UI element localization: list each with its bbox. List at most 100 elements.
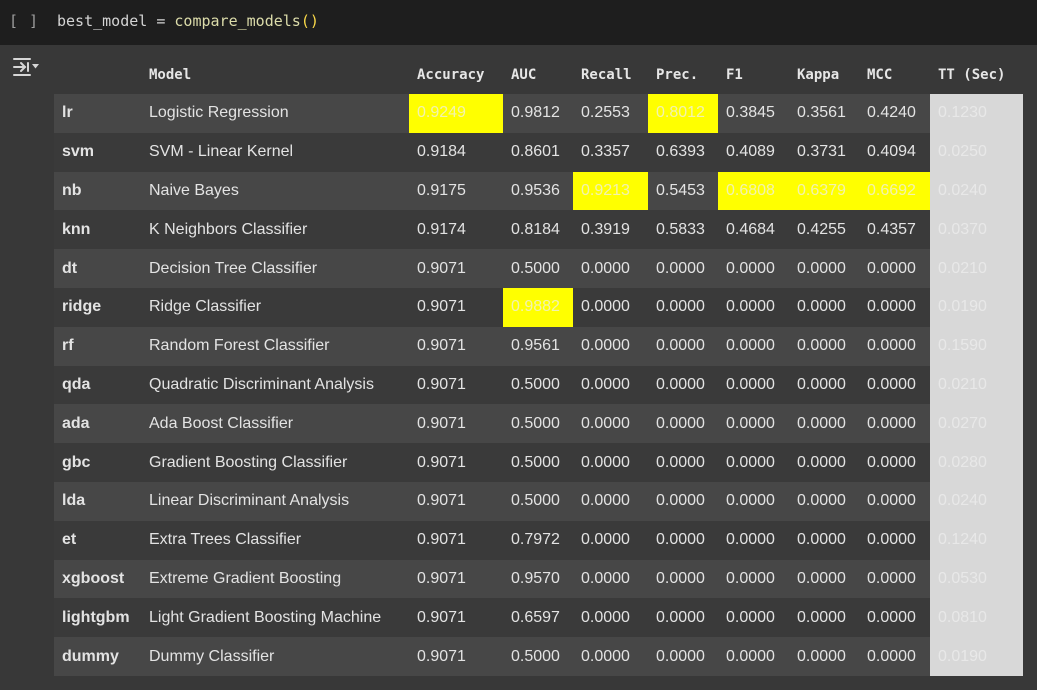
model-cell: Random Forest Classifier	[141, 326, 409, 366]
f1-cell: 0.0000	[718, 559, 789, 599]
auc-cell: 0.6597	[503, 598, 573, 638]
table-row: dummy Dummy Classifier 0.9071 0.5000 0.0000 0…	[54, 637, 1023, 676]
code-editor[interactable]: best_model = compare_models()	[57, 12, 319, 30]
model-cell: Quadratic Discriminant Analysis	[141, 365, 409, 405]
model-cell: Light Gradient Boosting Machine	[141, 598, 409, 638]
auc-cell: 0.5000	[503, 404, 573, 444]
recall-cell: 0.9213	[573, 171, 648, 211]
recall-cell: 0.0000	[573, 365, 648, 405]
prec-cell: 0.0000	[648, 520, 718, 560]
output-toggle-icon[interactable]	[12, 56, 40, 78]
recall-cell: 0.0000	[573, 520, 648, 560]
auc-cell: 0.8184	[503, 210, 573, 250]
model-cell: Linear Discriminant Analysis	[141, 481, 409, 521]
accuracy-cell: 0.9071	[409, 249, 503, 288]
recall-header: Recall	[573, 56, 648, 94]
mcc-cell: 0.4094	[859, 132, 930, 172]
table-row: et Extra Trees Classifier 0.9071 0.7972 0.00…	[54, 520, 1023, 560]
kappa-cell: 0.0000	[789, 249, 859, 288]
f1-cell: 0.0000	[718, 443, 789, 482]
run-cell-button[interactable]: [ ]	[9, 12, 39, 30]
prec-cell: 0.0000	[648, 326, 718, 366]
auc-cell: 0.5000	[503, 365, 573, 405]
code-parens: ()	[300, 12, 319, 30]
tt-cell: 0.1590	[930, 326, 1023, 366]
f1-cell: 0.4684	[718, 210, 789, 250]
f1-cell: 0.0000	[718, 249, 789, 288]
accuracy-cell: 0.9071	[409, 598, 503, 638]
auc-cell: 0.5000	[503, 637, 573, 676]
kappa-cell: 0.3731	[789, 132, 859, 172]
row-index: lr	[54, 94, 141, 133]
prec-cell: 0.0000	[648, 598, 718, 638]
tt-cell: 0.0210	[930, 249, 1023, 288]
tt-header: TT (Sec)	[930, 56, 1023, 94]
mcc-cell: 0.0000	[859, 249, 930, 288]
mcc-cell: 0.0000	[859, 520, 930, 560]
row-index: lda	[54, 481, 141, 521]
auc-cell: 0.5000	[503, 443, 573, 482]
prec-cell: 0.0000	[648, 637, 718, 676]
accuracy-cell: 0.9071	[409, 637, 503, 676]
row-index: dt	[54, 249, 141, 288]
recall-cell: 0.0000	[573, 326, 648, 366]
kappa-cell: 0.3561	[789, 94, 859, 133]
model-cell: Ridge Classifier	[141, 287, 409, 327]
code-operator: =	[147, 12, 175, 30]
recall-cell: 0.3357	[573, 132, 648, 172]
prec-cell: 0.5453	[648, 171, 718, 211]
row-index: knn	[54, 210, 141, 250]
row-index: qda	[54, 365, 141, 405]
mcc-cell: 0.4240	[859, 94, 930, 133]
prec-cell: 0.0000	[648, 443, 718, 482]
prec-cell: 0.0000	[648, 481, 718, 521]
accuracy-cell: 0.9174	[409, 210, 503, 250]
recall-cell: 0.2553	[573, 94, 648, 133]
model-cell: SVM - Linear Kernel	[141, 132, 409, 172]
table-row: ada Ada Boost Classifier 0.9071 0.5000 0.000…	[54, 404, 1023, 444]
table-row: lda Linear Discriminant Analysis 0.9071 0.5…	[54, 481, 1023, 521]
tt-cell: 0.1240	[930, 520, 1023, 560]
f1-cell: 0.0000	[718, 287, 789, 327]
tt-cell: 0.0280	[930, 443, 1023, 482]
row-index: lightgbm	[54, 598, 141, 638]
model-cell: Decision Tree Classifier	[141, 249, 409, 288]
auc-cell: 0.5000	[503, 481, 573, 521]
accuracy-header: Accuracy	[409, 56, 503, 94]
accuracy-cell: 0.9071	[409, 520, 503, 560]
prec-header: Prec.	[648, 56, 718, 94]
f1-cell: 0.0000	[718, 404, 789, 444]
model-cell: Dummy Classifier	[141, 637, 409, 676]
auc-cell: 0.7972	[503, 520, 573, 560]
row-index: dummy	[54, 637, 141, 676]
code-cell[interactable]: [ ] best_model = compare_models()	[0, 0, 1037, 45]
mcc-header: MCC	[859, 56, 930, 94]
prec-cell: 0.5833	[648, 210, 718, 250]
tt-cell: 0.0250	[930, 132, 1023, 172]
auc-cell: 0.9536	[503, 171, 573, 211]
auc-cell: 0.9561	[503, 326, 573, 366]
kappa-header: Kappa	[789, 56, 859, 94]
f1-cell: 0.0000	[718, 365, 789, 405]
prec-cell: 0.0000	[648, 404, 718, 444]
prec-cell: 0.0000	[648, 559, 718, 599]
accuracy-cell: 0.9184	[409, 132, 503, 172]
prec-cell: 0.0000	[648, 249, 718, 288]
code-variable: best_model	[57, 12, 148, 30]
f1-header: F1	[718, 56, 789, 94]
table-row: xgboost Extreme Gradient Boosting 0.9071 0.…	[54, 559, 1023, 599]
table-row: rf Random Forest Classifier 0.9071 0.9561 0.…	[54, 326, 1023, 366]
tt-cell: 0.1230	[930, 94, 1023, 133]
row-index: svm	[54, 132, 141, 172]
mcc-cell: 0.0000	[859, 481, 930, 521]
index-header	[54, 56, 141, 94]
auc-cell: 0.9812	[503, 94, 573, 133]
kappa-cell: 0.0000	[789, 598, 859, 638]
mcc-cell: 0.0000	[859, 598, 930, 638]
f1-cell: 0.0000	[718, 481, 789, 521]
model-cell: Extra Trees Classifier	[141, 520, 409, 560]
kappa-cell: 0.0000	[789, 287, 859, 327]
f1-cell: 0.0000	[718, 326, 789, 366]
kappa-cell: 0.4255	[789, 210, 859, 250]
prec-cell: 0.0000	[648, 287, 718, 327]
